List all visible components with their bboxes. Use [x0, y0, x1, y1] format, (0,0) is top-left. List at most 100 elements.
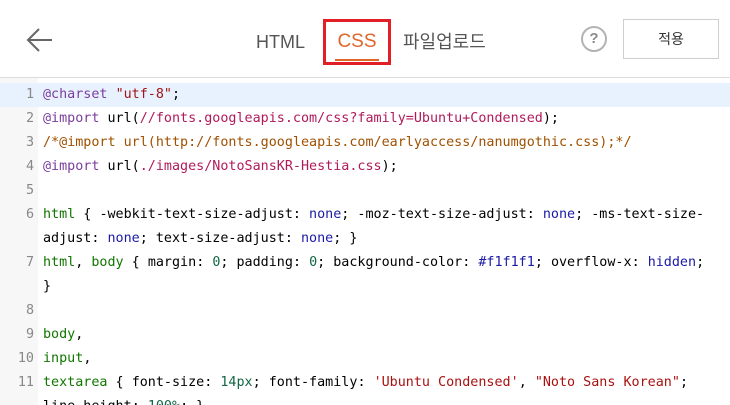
code-token: ;	[172, 87, 181, 102]
code-token: ;	[575, 207, 592, 222]
editor-tabs: HTML CSS 파일업로드	[244, 19, 498, 65]
code-token: /*@import url(http://fonts.googleapis.co…	[43, 135, 632, 150]
code-text: @import url(//fonts.googleapis.com/css?f…	[43, 107, 726, 131]
apply-button[interactable]: 적용	[623, 19, 719, 59]
code-token: :	[91, 231, 108, 246]
code-line[interactable]: 9 body,	[0, 323, 730, 347]
code-line[interactable]: 8	[0, 299, 730, 323]
code-token: adjust	[43, 231, 92, 246]
tab-html[interactable]: HTML	[244, 22, 323, 62]
code-token: @import	[43, 111, 100, 126]
code-token: ; }	[333, 231, 358, 246]
code-token: padding	[236, 255, 293, 270]
code-text: }	[43, 275, 726, 299]
code-token: {	[75, 207, 100, 222]
code-token: text-size-adjust	[155, 231, 285, 246]
code-text: body,	[43, 323, 726, 347]
code-token: ;	[534, 255, 551, 270]
code-token: );	[542, 111, 559, 126]
code-token: font-size	[131, 375, 205, 390]
tab-css[interactable]: CSS	[335, 27, 379, 61]
code-token: none	[107, 231, 140, 246]
code-line[interactable]: 1 @charset "utf-8";	[0, 83, 730, 107]
code-token: 14px	[220, 375, 253, 390]
line-number: 9	[25, 327, 34, 342]
code-token: ;	[341, 207, 358, 222]
code-token: margin	[147, 255, 197, 270]
code-token: html	[43, 207, 76, 222]
code-line[interactable]: }	[0, 275, 730, 299]
code-text: html, body { margin: 0; padding: 0; back…	[43, 251, 726, 275]
code-line[interactable]: line-height: 100%; }	[0, 395, 730, 405]
code-token: ;	[317, 255, 334, 270]
code-token: input	[43, 351, 84, 366]
code-line[interactable]: 7 html, body { margin: 0; padding: 0; bac…	[0, 251, 730, 275]
code-token: none	[542, 207, 576, 222]
line-number: 8	[25, 303, 34, 318]
code-line[interactable]: 3 /*@import url(http://fonts.googleapis.c…	[0, 131, 730, 155]
tab-file-upload[interactable]: 파일업로드	[397, 22, 498, 62]
code-token: }	[43, 279, 52, 294]
code-token: url(	[99, 159, 140, 174]
code-token: );	[381, 159, 398, 174]
code-line[interactable]: 4 @import url(./images/NotoSansKR-Hestia.…	[0, 155, 730, 179]
code-token: ;	[252, 375, 269, 390]
code-line[interactable]: adjust: none; text-size-adjust: none; }	[0, 227, 730, 251]
code-token: body	[91, 255, 124, 270]
code-token: 100%	[148, 399, 180, 405]
code-token: :	[631, 255, 648, 270]
code-line[interactable]: 2 @import url(//fonts.googleapis.com/css?…	[0, 107, 730, 131]
code-token: "Noto Sans Korean"	[534, 375, 680, 390]
line-number: 3	[25, 135, 34, 150]
line-number: 2	[25, 111, 34, 126]
code-token: ;	[696, 255, 705, 270]
code-text: input,	[43, 347, 726, 371]
tab-css-highlight: CSS	[323, 19, 391, 65]
code-token: "utf-8"	[115, 87, 172, 102]
code-token: ,	[75, 327, 84, 342]
line-number: 5	[25, 183, 34, 198]
line-number: 6	[25, 207, 34, 222]
code-token: :	[196, 255, 213, 270]
code-token: :	[357, 375, 374, 390]
code-token: font-family	[268, 375, 358, 390]
back-arrow-icon[interactable]	[24, 24, 56, 56]
help-icon[interactable]: ?	[581, 26, 607, 52]
code-token: {	[123, 255, 148, 270]
code-line[interactable]: 10 input,	[0, 347, 730, 371]
code-token: :	[284, 231, 301, 246]
line-number: 10	[17, 351, 34, 366]
code-token: ./images/NotoSansKR-Hestia.css	[139, 159, 382, 174]
code-token: html	[43, 255, 76, 270]
code-token: overflow-x	[550, 255, 632, 270]
code-line[interactable]: 11 textarea { font-size: 14px; font-famil…	[0, 371, 730, 395]
code-lines: 1 @charset "utf-8"; 2 @import url(//fonts.g…	[0, 83, 730, 405]
code-line[interactable]: 6 html { -webkit-text-size-adjust: none; …	[0, 203, 730, 227]
top-toolbar: HTML CSS 파일업로드 ? 적용	[0, 0, 730, 78]
code-token: @import	[43, 159, 100, 174]
code-token: -ms-text-size-	[591, 207, 705, 222]
code-token: 'Ubuntu Condensed'	[373, 375, 519, 390]
code-text: line-height: 100%; }	[43, 395, 726, 405]
code-text: @import url(./images/NotoSansKR-Hestia.c…	[43, 155, 726, 179]
code-token: :	[526, 207, 543, 222]
code-token: {	[107, 375, 132, 390]
css-code-editor[interactable]: 1 @charset "utf-8"; 2 @import url(//fonts.g…	[0, 78, 730, 405]
code-token: :	[292, 207, 310, 222]
code-text: html { -webkit-text-size-adjust: none; -…	[43, 203, 726, 227]
code-text: textarea { font-size: 14px; font-family:…	[43, 371, 726, 395]
code-text: /*@import url(http://fonts.googleapis.co…	[43, 131, 726, 155]
code-token: ,	[83, 351, 92, 366]
code-token: -webkit-text-size-adjust	[99, 207, 293, 222]
code-token: #f1f1f1	[478, 255, 535, 270]
code-token: :	[292, 255, 310, 270]
code-token: 0	[309, 255, 318, 270]
code-token: line-height	[43, 399, 132, 405]
code-text: adjust: none; text-size-adjust: none; }	[43, 227, 726, 251]
code-token: hidden	[647, 255, 697, 270]
code-token: textarea	[43, 375, 108, 390]
code-line[interactable]: 5	[0, 179, 730, 203]
line-number: 11	[17, 375, 34, 390]
line-number: 7	[25, 255, 34, 270]
